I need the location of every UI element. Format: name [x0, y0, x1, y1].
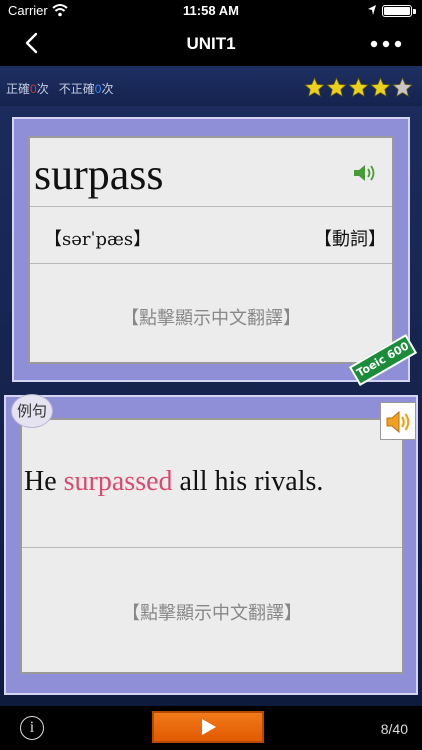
correct-label: 正確 [6, 82, 31, 96]
example-translation-toggle[interactable]: 【點擊顯示中文翻譯】 [20, 599, 404, 625]
example-label: 例句 [11, 394, 53, 428]
speaker-icon [386, 410, 410, 434]
play-icon [202, 719, 216, 735]
star-icon[interactable] [348, 77, 369, 98]
wrong-unit: 次 [101, 82, 114, 96]
star-icon[interactable] [304, 77, 325, 98]
sentence-end: all his rivals. [172, 466, 324, 497]
example-card [20, 418, 404, 674]
info-icon[interactable]: i [20, 716, 44, 740]
play-button[interactable] [152, 711, 264, 743]
star-icon[interactable] [392, 77, 413, 98]
divider [30, 263, 392, 264]
page-title: UNIT1 [186, 34, 236, 53]
divider [30, 206, 392, 207]
card-counter: 8/40 [380, 721, 408, 737]
wrong-label: 不正確 [58, 82, 95, 96]
star-icon[interactable] [370, 77, 391, 98]
phonetic: 【sərˈpæs】 [44, 229, 152, 250]
battery-icon [382, 5, 416, 17]
word-translation-toggle[interactable]: 【點擊顯示中文翻譯】 [28, 304, 394, 330]
clock: 11:58 AM [183, 3, 239, 18]
sentence-highlight: surpassed [63, 466, 173, 497]
part-of-speech: 【動詞】 [314, 229, 386, 250]
star-icon[interactable] [326, 77, 347, 98]
more-horizontal-icon[interactable] [370, 34, 402, 54]
speaker-icon[interactable] [352, 162, 378, 184]
example-sentence: He surpassed all his rivals. [24, 466, 323, 498]
divider [22, 547, 402, 548]
location-icon [368, 5, 376, 15]
star-rating[interactable] [304, 77, 413, 99]
correct-count: 0 [30, 82, 37, 96]
status-bar: Carrier 11:58 AM [0, 0, 422, 22]
correct-unit: 次 [36, 82, 49, 96]
score-text: 正確0次 不正確0次 [6, 80, 113, 97]
example-speaker-button[interactable] [380, 402, 416, 440]
sentence-start: He [24, 466, 64, 497]
nav-bar: UNIT1 [0, 22, 422, 66]
vocab-word: surpass [34, 150, 164, 199]
